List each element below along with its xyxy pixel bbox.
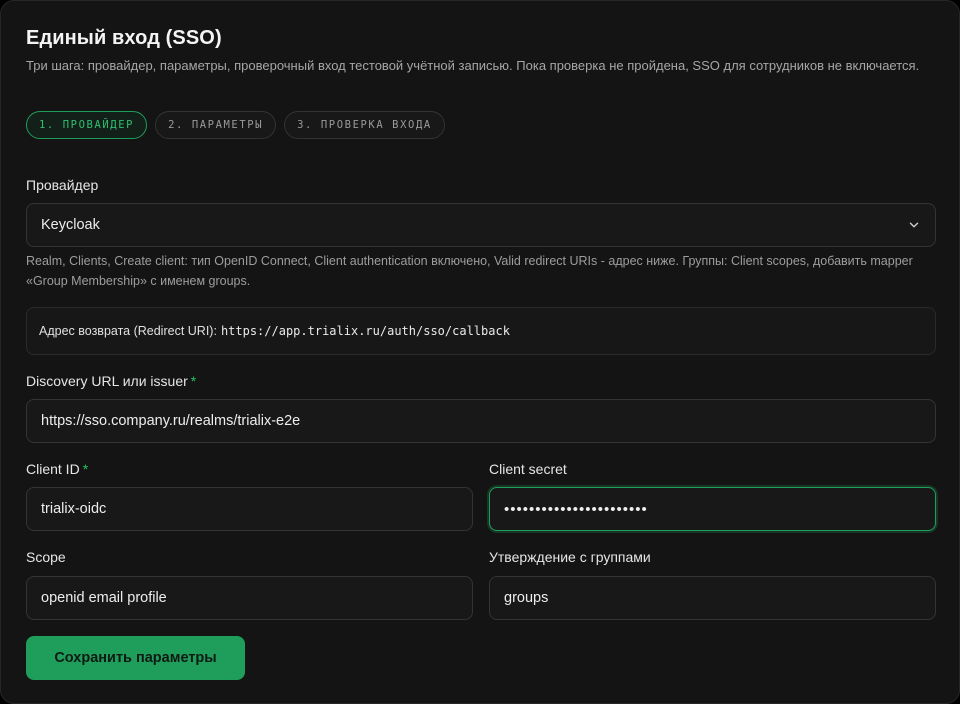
client-secret-value: •••••••••••••••••••••••	[504, 500, 648, 518]
chevron-down-icon	[909, 222, 919, 228]
required-mark: *	[190, 373, 197, 389]
page-title: Единый вход (SSO)	[26, 27, 222, 49]
discovery-url-label: Discovery URL или issuer *	[26, 373, 196, 389]
provider-select[interactable]: Keycloak	[26, 203, 936, 247]
discovery-url-label-text: Discovery URL или issuer	[26, 373, 188, 389]
client-id-input[interactable]: trialix-oidc	[26, 487, 473, 531]
groups-claim-label: Утверждение с группами	[489, 549, 651, 565]
step-login-check[interactable]: 3. ПРОВЕРКА ВХОДА	[284, 111, 445, 139]
client-secret-label: Client secret	[489, 461, 567, 477]
step-parameters[interactable]: 2. ПАРАМЕТРЫ	[155, 111, 277, 139]
required-mark: *	[82, 461, 89, 477]
provider-label: Провайдер	[26, 177, 99, 193]
step-provider[interactable]: 1. ПРОВАЙДЕР	[26, 111, 148, 139]
provider-selected-value: Keycloak	[41, 217, 100, 233]
page-subtitle: Три шага: провайдер, параметры, провероч…	[26, 58, 920, 73]
discovery-url-value: https://sso.company.ru/realms/trialix-e2…	[41, 413, 301, 429]
provider-hint: Realm, Clients, Create client: тип OpenI…	[26, 254, 913, 288]
stepper: 1. ПРОВАЙДЕР 2. ПАРАМЕТРЫ 3. ПРОВЕРКА ВХ…	[26, 111, 445, 139]
groups-claim-value: groups	[504, 590, 549, 606]
client-secret-input[interactable]: •••••••••••••••••••••••	[489, 487, 936, 531]
redirect-uri-box: Адрес возврата (Redirect URI): https://a…	[26, 307, 936, 355]
sso-settings-card: Единый вход (SSO) Три шага: провайдер, п…	[0, 0, 960, 704]
redirect-uri-value[interactable]: https://app.trialix.ru/auth/sso/callback	[221, 324, 510, 338]
scope-input[interactable]: openid email profile	[26, 576, 473, 620]
redirect-uri-label: Адрес возврата (Redirect URI):	[39, 324, 217, 338]
client-id-label: Client ID *	[26, 461, 88, 477]
save-parameters-button[interactable]: Сохранить параметры	[26, 636, 245, 680]
scope-value: openid email profile	[41, 590, 167, 606]
discovery-url-input[interactable]: https://sso.company.ru/realms/trialix-e2…	[26, 399, 936, 443]
client-id-value: trialix-oidc	[41, 501, 107, 517]
scope-label: Scope	[26, 549, 66, 565]
client-id-label-text: Client ID	[26, 461, 80, 477]
groups-claim-input[interactable]: groups	[489, 576, 936, 620]
